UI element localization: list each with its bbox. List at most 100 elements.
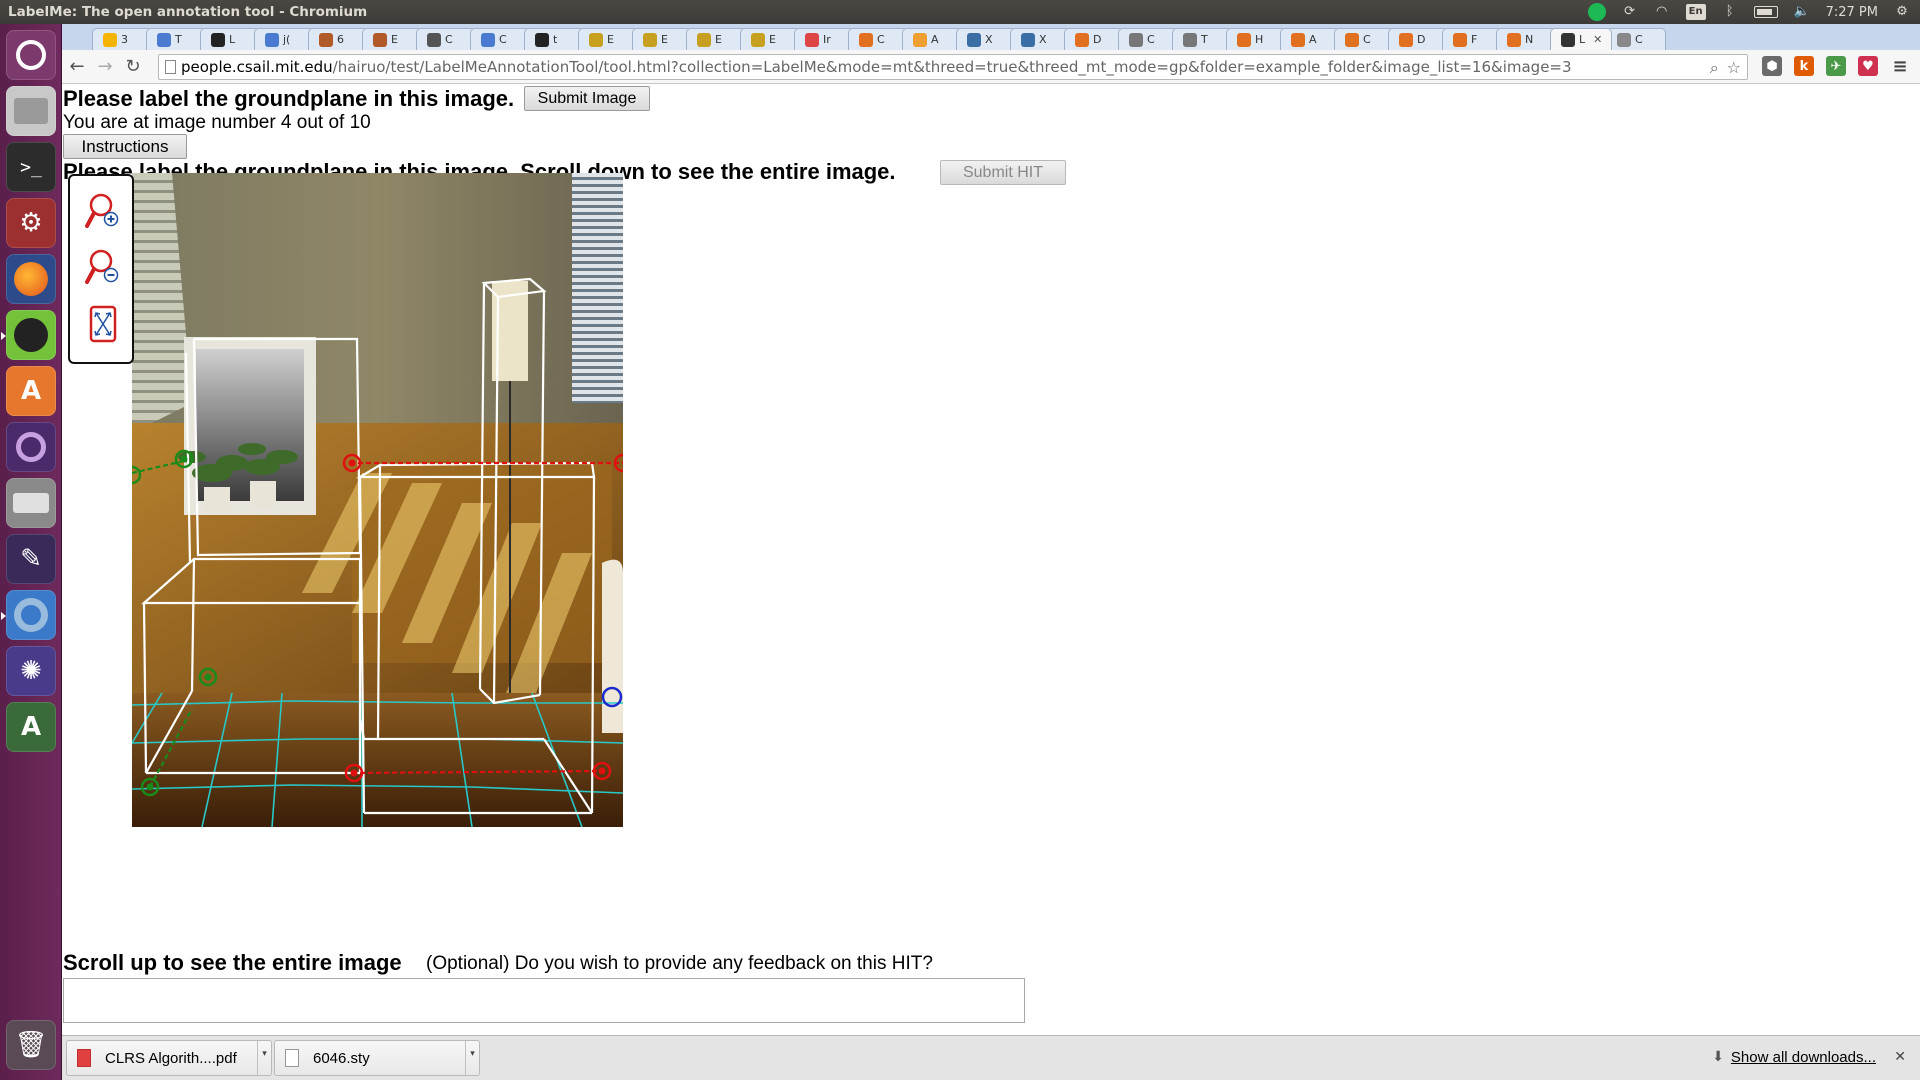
browser-tab[interactable]: T: [146, 28, 206, 50]
tab-favicon-icon: [1561, 32, 1575, 47]
download-menu-caret[interactable]: ▾: [465, 1041, 479, 1075]
firefox-icon[interactable]: [6, 254, 56, 304]
browser-tab[interactable]: C: [1118, 28, 1178, 50]
browser-tab[interactable]: E: [632, 28, 692, 50]
tab-favicon-icon: [1021, 32, 1035, 47]
keyboard-language-indicator[interactable]: En: [1685, 4, 1706, 20]
browser-tab[interactable]: 6: [308, 28, 368, 50]
unity-tweak-icon[interactable]: [6, 422, 56, 472]
tab-label: Ir: [823, 33, 831, 46]
browser-tab[interactable]: D: [1388, 28, 1448, 50]
ubuntu-dash-icon[interactable]: [6, 30, 56, 80]
browser-tab[interactable]: C: [416, 28, 476, 50]
tab-label: A: [931, 33, 939, 46]
browser-tab[interactable]: Ir: [794, 28, 854, 50]
browser-toolbar: ← → ↻ people.csail.mit.edu/hairuo/test/L…: [62, 50, 1920, 84]
reload-icon[interactable]: ↻: [120, 54, 146, 80]
extension-area: ⬢ k ✈ ♥ ≡: [1762, 56, 1910, 77]
tab-favicon-icon: [319, 32, 333, 47]
extension-k-icon[interactable]: k: [1794, 56, 1814, 76]
submit-image-button[interactable]: Submit Image: [524, 86, 650, 111]
trash-icon[interactable]: 🗑: [6, 1020, 56, 1070]
pocket-icon[interactable]: ♥: [1858, 56, 1878, 76]
bookmark-star-icon[interactable]: ☆: [1727, 58, 1741, 78]
chromium-icon[interactable]: [1, 590, 56, 640]
tab-close-icon[interactable]: ✕: [1593, 33, 1602, 46]
pinwheel-app-icon[interactable]: ✺: [6, 646, 56, 696]
zoom-out-icon[interactable]: [84, 246, 122, 288]
browser-tab[interactable]: N: [1496, 28, 1556, 50]
browser-tab[interactable]: T: [1172, 28, 1232, 50]
show-all-downloads-link[interactable]: Show all downloads...: [1731, 1049, 1876, 1066]
browser-tab[interactable]: C: [1334, 28, 1394, 50]
close-icon[interactable]: ✕: [1894, 1048, 1906, 1065]
volume-muted-icon[interactable]: 🔈: [1794, 4, 1810, 20]
browser-tab[interactable]: C: [1606, 28, 1666, 50]
browser-tab[interactable]: A: [902, 28, 962, 50]
tab-active[interactable]: L ✕: [1550, 28, 1612, 50]
tab-label: L: [229, 33, 236, 46]
wifi-icon[interactable]: ◠: [1654, 4, 1670, 20]
browser-tab[interactable]: D: [1064, 28, 1124, 50]
fit-image-icon[interactable]: [84, 304, 122, 346]
browser-tab[interactable]: H: [1226, 28, 1286, 50]
browser-tab[interactable]: A: [1280, 28, 1340, 50]
annotated-room-image[interactable]: [132, 173, 623, 827]
unity-launcher: >_ ⚙ A ✎ ✺ A 🗑: [0, 24, 62, 1080]
browser-tab[interactable]: t: [524, 28, 584, 50]
browser-tab[interactable]: E: [740, 28, 800, 50]
browser-tab[interactable]: F: [1442, 28, 1502, 50]
tab-label: C: [499, 33, 507, 46]
file-manager-icon[interactable]: [6, 86, 56, 136]
gear-icon[interactable]: ⚙: [1894, 4, 1910, 20]
browser-tab[interactable]: j(: [254, 28, 314, 50]
tab-favicon-icon: [1183, 32, 1197, 47]
sync-icon[interactable]: ⟳: [1622, 4, 1638, 20]
extension-satellite-icon[interactable]: ✈: [1826, 56, 1846, 76]
browser-tab[interactable]: L: [200, 28, 260, 50]
tab-favicon-icon: [697, 32, 711, 47]
browser-tab[interactable]: E: [578, 28, 638, 50]
download-arrow-icon: ⬇: [1712, 1048, 1724, 1064]
address-bar[interactable]: people.csail.mit.edu/hairuo/test/LabelMe…: [158, 54, 1748, 80]
browser-tab[interactable]: X: [1010, 28, 1070, 50]
clock[interactable]: 7:27 PM: [1826, 5, 1878, 20]
submit-hit-button[interactable]: Submit HIT: [940, 160, 1066, 185]
system-tray: ⟳ ◠ En ᛒ 🔈 7:27 PM ⚙: [1587, 0, 1910, 24]
forward-icon[interactable]: →: [92, 54, 118, 80]
zoom-in-icon[interactable]: [84, 190, 122, 232]
download-item-pdf[interactable]: CLRS Algorith....pdf ▾: [66, 1040, 272, 1076]
software-center-icon[interactable]: A: [6, 366, 56, 416]
spotify-icon[interactable]: [1, 310, 56, 360]
chrome-menu-icon[interactable]: ≡: [1890, 56, 1910, 77]
bluetooth-icon[interactable]: ᛒ: [1722, 4, 1738, 20]
tab-label: L: [1579, 33, 1586, 46]
back-icon[interactable]: ←: [64, 54, 90, 80]
system-settings-icon[interactable]: ⚙: [6, 198, 56, 248]
terminal-icon[interactable]: >_: [6, 142, 56, 192]
tab-favicon-icon: [751, 32, 765, 47]
update-manager-icon[interactable]: A: [6, 702, 56, 752]
browser-tab[interactable]: C: [848, 28, 908, 50]
download-filename: 6046.sty: [313, 1049, 370, 1067]
spotify-tray-icon[interactable]: [1587, 3, 1606, 21]
instructions-button[interactable]: Instructions: [63, 134, 187, 159]
tab-favicon-icon: [1453, 32, 1467, 47]
extension-puzzle-icon[interactable]: ⬢: [1762, 56, 1782, 76]
feedback-textarea[interactable]: [63, 978, 1025, 1023]
tab-favicon-icon: [643, 32, 657, 47]
battery-icon[interactable]: [1753, 6, 1778, 18]
browser-tab[interactable]: 3: [92, 28, 152, 50]
download-item-sty[interactable]: 6046.sty ▾: [274, 1040, 480, 1076]
tab-favicon-icon: [1129, 32, 1143, 47]
browser-tab[interactable]: E: [362, 28, 422, 50]
browser-tab[interactable]: E: [686, 28, 746, 50]
page-icon: [165, 60, 176, 74]
browser-tab[interactable]: C: [470, 28, 530, 50]
zoom-magnifier-icon[interactable]: ⌕: [1710, 58, 1719, 78]
download-menu-caret[interactable]: ▾: [257, 1041, 271, 1075]
annotation-canvas[interactable]: [132, 173, 623, 827]
text-editor-icon[interactable]: ✎: [6, 534, 56, 584]
browser-tab[interactable]: X: [956, 28, 1016, 50]
disk-drive-icon[interactable]: [6, 478, 56, 528]
